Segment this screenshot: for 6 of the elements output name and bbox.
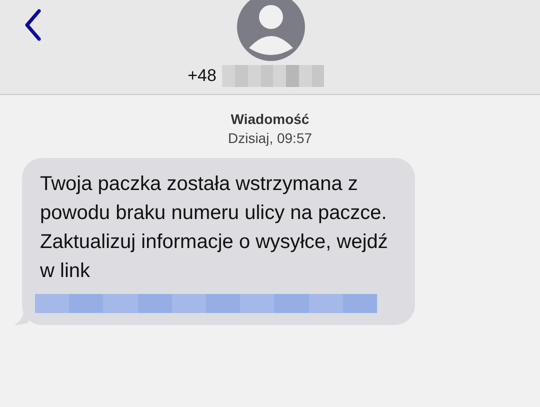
phone-number: +48 (188, 66, 216, 86)
message-timestamp: Dzisiaj, 09:57 (228, 129, 312, 148)
back-icon[interactable] (23, 8, 43, 42)
avatar-icon[interactable] (236, 0, 306, 62)
message-text: Twoja paczka została wstrzymana z powodu braku numeru ulicy na paczce. Zaktualizuj informacje o wysyłce, wejdź w link (40, 172, 389, 284)
message-label: Wiadomość (230, 110, 310, 129)
